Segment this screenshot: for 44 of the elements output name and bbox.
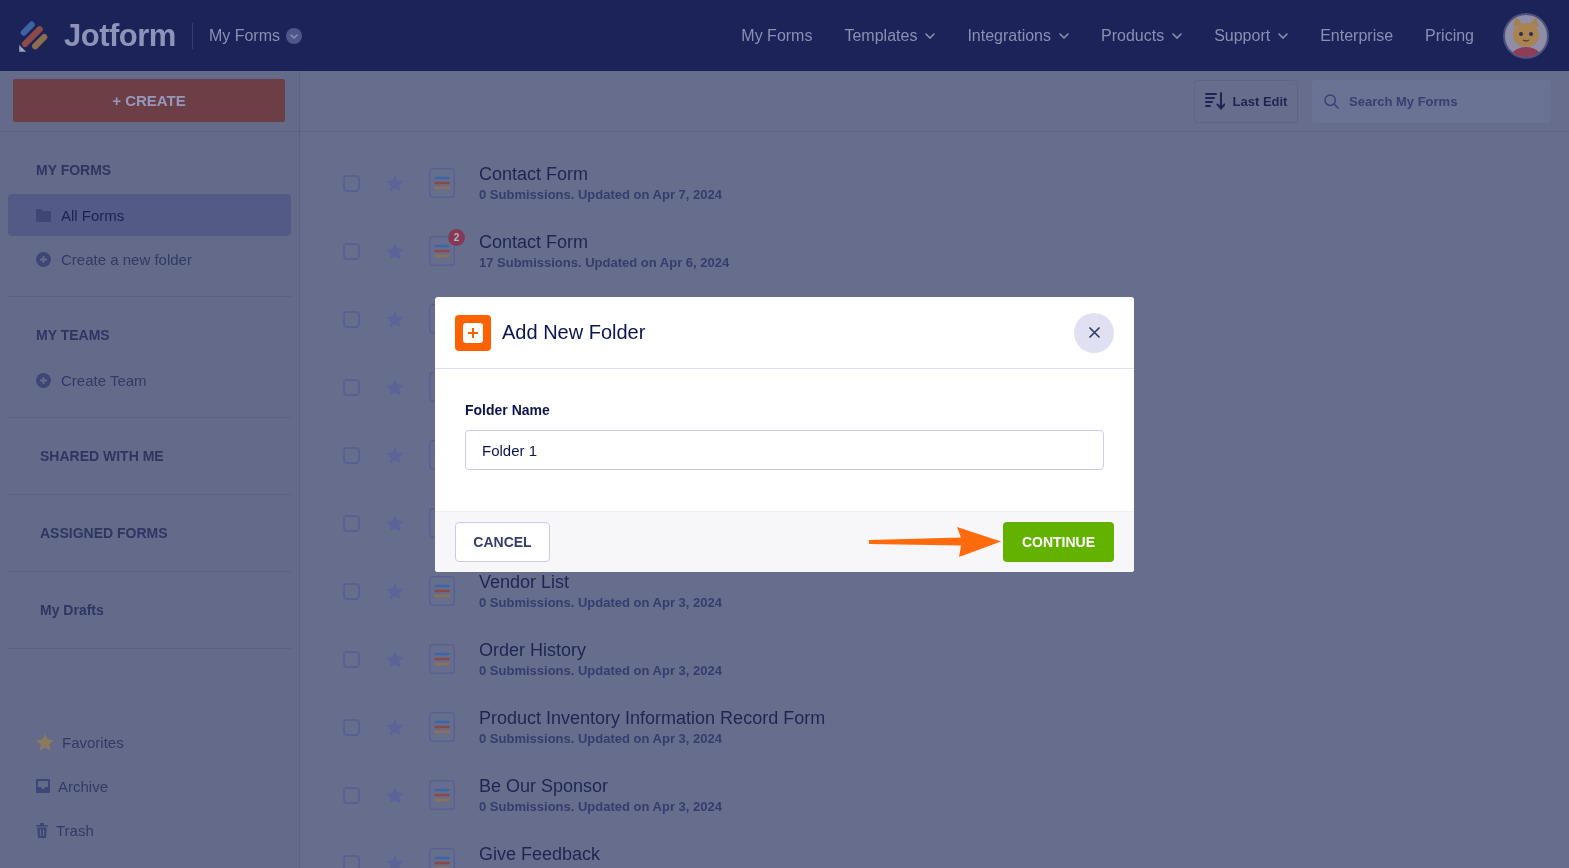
- form-icon: [429, 644, 455, 674]
- create-button[interactable]: + CREATE: [13, 79, 285, 122]
- close-button[interactable]: [1074, 312, 1114, 353]
- count-badge: 2: [448, 229, 465, 246]
- form-icon: [429, 168, 455, 198]
- form-title[interactable]: Give Feedback: [479, 843, 601, 865]
- nav-link[interactable]: Templates: [844, 26, 936, 45]
- close-icon: [1088, 327, 1100, 338]
- chevron-icon: [286, 27, 302, 44]
- form-icon: [429, 576, 455, 606]
- modal-title: Add New Folder: [502, 321, 646, 344]
- plus-icon: [455, 314, 491, 351]
- sort-icon: [1204, 92, 1225, 110]
- nav-link[interactable]: Support: [1214, 26, 1289, 45]
- sort-button[interactable]: Last Edit: [1194, 79, 1298, 123]
- nav-link[interactable]: Integrations: [967, 26, 1069, 45]
- form-icon: [429, 780, 455, 810]
- form-icon: [429, 236, 455, 266]
- field-label: Folder Name: [465, 401, 550, 419]
- tray-icon: [36, 779, 50, 793]
- workspace-menu[interactable]: My Forms: [208, 26, 302, 45]
- form-title[interactable]: Contact Form: [479, 163, 589, 185]
- logo-icon[interactable]: [18, 18, 50, 53]
- form-title[interactable]: Vendor List: [479, 571, 570, 593]
- continue-button[interactable]: CONTINUE: [1003, 522, 1114, 562]
- sidebar-item[interactable]: All Forms: [8, 194, 291, 236]
- nav-link[interactable]: Enterprise: [1320, 26, 1394, 45]
- folder-name-input[interactable]: Folder 1: [465, 430, 1104, 470]
- search-icon: [1324, 93, 1339, 109]
- form-title[interactable]: Order History: [479, 639, 586, 661]
- avatar-icon[interactable]: [1503, 12, 1549, 59]
- cancel-button[interactable]: CANCEL: [455, 522, 550, 562]
- form-icon: [429, 712, 455, 742]
- plus-circle-icon: [36, 251, 51, 267]
- nav-link[interactable]: Products: [1101, 26, 1183, 45]
- form-title[interactable]: Be Our Sponsor: [479, 775, 609, 797]
- form-title[interactable]: Contact Form: [479, 231, 589, 253]
- logo-text[interactable]: Jotform: [64, 17, 176, 54]
- nav-link[interactable]: Pricing: [1425, 26, 1474, 45]
- trash-icon: [36, 822, 48, 838]
- star-icon: [36, 733, 54, 751]
- plus-circle-icon: [36, 372, 51, 388]
- nav-link[interactable]: My Forms: [741, 26, 813, 45]
- form-title[interactable]: Product Inventory Information Record Form: [479, 707, 826, 729]
